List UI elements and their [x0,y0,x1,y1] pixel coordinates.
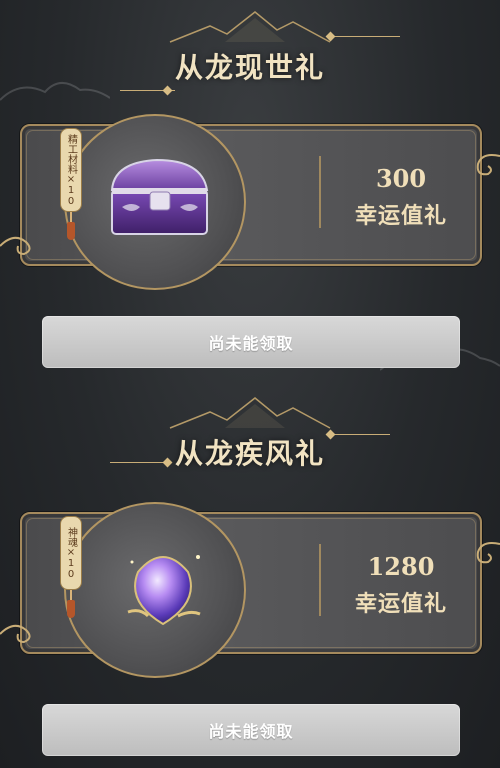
cloud-swirl-right [476,154,500,176]
luck-value-label: 幸运值礼 [354,203,447,229]
claim-button[interactable]: 尚未能领取 [42,316,460,368]
section-title: 从龙现世礼 [174,51,325,84]
reward-item-tag: 精工材料×10 [60,128,82,212]
purple-treasure-chest-icon [110,158,209,235]
tassel-string [70,212,72,222]
title-underline-right [330,36,400,37]
cloud-swirl-right [476,542,500,564]
mountain-ornament [169,397,331,429]
luck-value: 1280 [367,552,435,581]
tassel-ornament [67,222,75,240]
luck-value: 300 [375,164,427,193]
luck-value-label: 幸运值礼 [354,591,447,617]
claim-button[interactable]: 尚未能领取 [42,704,460,756]
tassel-string [70,590,72,600]
card-divider [319,544,321,616]
purple-spirit-gem-icon [127,555,201,626]
section-title: 从龙疾风礼 [174,437,325,470]
card-divider [319,156,321,228]
cloud-swirl-left [0,624,31,644]
diamond-ornament [162,85,173,96]
reward-card: 1280 幸运值礼 [20,502,482,678]
cloud-swirl-left [0,236,31,256]
reward-card: 300 幸运值礼 [20,114,482,290]
tassel-ornament [67,600,75,618]
mountain-ornament [169,11,331,43]
reward-item-tag: 神魂×10 [60,516,82,590]
